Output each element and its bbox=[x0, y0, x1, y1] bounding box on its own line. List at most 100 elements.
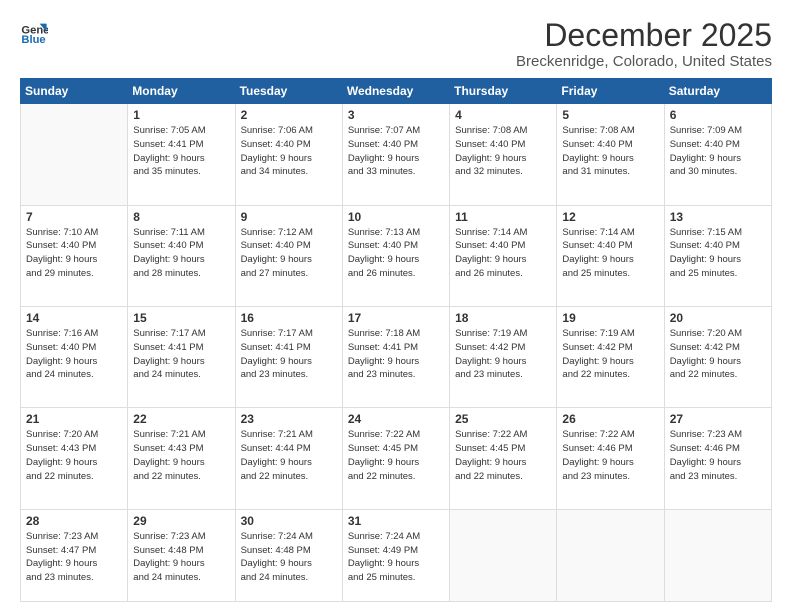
calendar-header-row: Sunday Monday Tuesday Wednesday Thursday… bbox=[21, 79, 772, 104]
day-number: 22 bbox=[133, 412, 229, 426]
day-number: 7 bbox=[26, 210, 122, 224]
table-row: 19 Sunrise: 7:19 AMSunset: 4:42 PMDayligh… bbox=[557, 306, 664, 407]
day-number: 6 bbox=[670, 108, 766, 122]
day-info: Sunrise: 7:07 AMSunset: 4:40 PMDaylight:… bbox=[348, 124, 444, 179]
day-info: Sunrise: 7:23 AMSunset: 4:48 PMDaylight:… bbox=[133, 530, 229, 585]
day-number: 5 bbox=[562, 108, 658, 122]
day-info: Sunrise: 7:23 AMSunset: 4:47 PMDaylight:… bbox=[26, 530, 122, 585]
day-info: Sunrise: 7:19 AMSunset: 4:42 PMDaylight:… bbox=[562, 327, 658, 382]
table-row: 23 Sunrise: 7:21 AMSunset: 4:44 PMDayligh… bbox=[235, 408, 342, 509]
header: General Blue December 2025 Breckenridge,… bbox=[20, 18, 772, 70]
table-row: 22 Sunrise: 7:21 AMSunset: 4:43 PMDayligh… bbox=[128, 408, 235, 509]
day-number: 16 bbox=[241, 311, 337, 325]
day-info: Sunrise: 7:17 AMSunset: 4:41 PMDaylight:… bbox=[241, 327, 337, 382]
day-info: Sunrise: 7:08 AMSunset: 4:40 PMDaylight:… bbox=[455, 124, 551, 179]
table-row: 10Sunrise: 7:13 AMSunset: 4:40 PMDayligh… bbox=[342, 205, 449, 306]
table-row: 7Sunrise: 7:10 AMSunset: 4:40 PMDaylight… bbox=[21, 205, 128, 306]
day-info: Sunrise: 7:14 AMSunset: 4:40 PMDaylight:… bbox=[562, 226, 658, 281]
day-number: 30 bbox=[241, 514, 337, 528]
col-saturday: Saturday bbox=[664, 79, 771, 104]
page: General Blue December 2025 Breckenridge,… bbox=[0, 0, 792, 612]
day-number: 20 bbox=[670, 311, 766, 325]
day-number: 18 bbox=[455, 311, 551, 325]
day-info: Sunrise: 7:24 AMSunset: 4:49 PMDaylight:… bbox=[348, 530, 444, 585]
day-number: 21 bbox=[26, 412, 122, 426]
day-info: Sunrise: 7:22 AMSunset: 4:45 PMDaylight:… bbox=[348, 428, 444, 483]
logo-icon: General Blue bbox=[20, 18, 48, 46]
title-block: December 2025 Breckenridge, Colorado, Un… bbox=[516, 18, 772, 70]
day-number: 26 bbox=[562, 412, 658, 426]
table-row bbox=[450, 509, 557, 601]
calendar-table: Sunday Monday Tuesday Wednesday Thursday… bbox=[20, 78, 772, 602]
calendar-week-row: 28 Sunrise: 7:23 AMSunset: 4:47 PMDayligh… bbox=[21, 509, 772, 601]
day-number: 12 bbox=[562, 210, 658, 224]
day-info: Sunrise: 7:11 AMSunset: 4:40 PMDaylight:… bbox=[133, 226, 229, 281]
location-title: Breckenridge, Colorado, United States bbox=[516, 53, 772, 70]
col-sunday: Sunday bbox=[21, 79, 128, 104]
day-info: Sunrise: 7:21 AMSunset: 4:43 PMDaylight:… bbox=[133, 428, 229, 483]
table-row: 16 Sunrise: 7:17 AMSunset: 4:41 PMDayligh… bbox=[235, 306, 342, 407]
col-friday: Friday bbox=[557, 79, 664, 104]
calendar-week-row: 14Sunrise: 7:16 AMSunset: 4:40 PMDayligh… bbox=[21, 306, 772, 407]
table-row: 3 Sunrise: 7:07 AMSunset: 4:40 PMDaylight… bbox=[342, 104, 449, 205]
day-number: 9 bbox=[241, 210, 337, 224]
table-row: 29Sunrise: 7:23 AMSunset: 4:48 PMDayligh… bbox=[128, 509, 235, 601]
day-number: 3 bbox=[348, 108, 444, 122]
day-info: Sunrise: 7:06 AMSunset: 4:40 PMDaylight:… bbox=[241, 124, 337, 179]
day-number: 23 bbox=[241, 412, 337, 426]
table-row: 31 Sunrise: 7:24 AMSunset: 4:49 PMDayligh… bbox=[342, 509, 449, 601]
day-info: Sunrise: 7:19 AMSunset: 4:42 PMDaylight:… bbox=[455, 327, 551, 382]
day-number: 14 bbox=[26, 311, 122, 325]
table-row: 9 Sunrise: 7:12 AMSunset: 4:40 PMDaylight… bbox=[235, 205, 342, 306]
day-number: 10 bbox=[348, 210, 444, 224]
day-info: Sunrise: 7:05 AMSunset: 4:41 PMDaylight:… bbox=[133, 124, 229, 179]
day-info: Sunrise: 7:24 AMSunset: 4:48 PMDaylight:… bbox=[241, 530, 337, 585]
day-number: 31 bbox=[348, 514, 444, 528]
table-row: 14Sunrise: 7:16 AMSunset: 4:40 PMDayligh… bbox=[21, 306, 128, 407]
table-row: 12 Sunrise: 7:14 AMSunset: 4:40 PMDayligh… bbox=[557, 205, 664, 306]
day-info: Sunrise: 7:14 AMSunset: 4:40 PMDaylight:… bbox=[455, 226, 551, 281]
col-thursday: Thursday bbox=[450, 79, 557, 104]
day-number: 13 bbox=[670, 210, 766, 224]
day-number: 17 bbox=[348, 311, 444, 325]
table-row: 4Sunrise: 7:08 AMSunset: 4:40 PMDaylight… bbox=[450, 104, 557, 205]
day-info: Sunrise: 7:18 AMSunset: 4:41 PMDaylight:… bbox=[348, 327, 444, 382]
day-number: 15 bbox=[133, 311, 229, 325]
table-row: 2 Sunrise: 7:06 AMSunset: 4:40 PMDaylight… bbox=[235, 104, 342, 205]
day-number: 11 bbox=[455, 210, 551, 224]
day-number: 25 bbox=[455, 412, 551, 426]
table-row: 1 Sunrise: 7:05 AMSunset: 4:41 PMDaylight… bbox=[128, 104, 235, 205]
day-info: Sunrise: 7:12 AMSunset: 4:40 PMDaylight:… bbox=[241, 226, 337, 281]
day-number: 8 bbox=[133, 210, 229, 224]
day-info: Sunrise: 7:21 AMSunset: 4:44 PMDaylight:… bbox=[241, 428, 337, 483]
day-info: Sunrise: 7:15 AMSunset: 4:40 PMDaylight:… bbox=[670, 226, 766, 281]
table-row: 30 Sunrise: 7:24 AMSunset: 4:48 PMDayligh… bbox=[235, 509, 342, 601]
day-number: 2 bbox=[241, 108, 337, 122]
day-number: 1 bbox=[133, 108, 229, 122]
day-number: 24 bbox=[348, 412, 444, 426]
table-row: 11 Sunrise: 7:14 AMSunset: 4:40 PMDayligh… bbox=[450, 205, 557, 306]
table-row bbox=[664, 509, 771, 601]
calendar-week-row: 1 Sunrise: 7:05 AMSunset: 4:41 PMDaylight… bbox=[21, 104, 772, 205]
col-tuesday: Tuesday bbox=[235, 79, 342, 104]
table-row: 8 Sunrise: 7:11 AMSunset: 4:40 PMDaylight… bbox=[128, 205, 235, 306]
table-row bbox=[21, 104, 128, 205]
table-row: 5 Sunrise: 7:08 AMSunset: 4:40 PMDaylight… bbox=[557, 104, 664, 205]
col-monday: Monday bbox=[128, 79, 235, 104]
table-row: 24 Sunrise: 7:22 AMSunset: 4:45 PMDayligh… bbox=[342, 408, 449, 509]
day-info: Sunrise: 7:08 AMSunset: 4:40 PMDaylight:… bbox=[562, 124, 658, 179]
table-row: 26Sunrise: 7:22 AMSunset: 4:46 PMDayligh… bbox=[557, 408, 664, 509]
table-row bbox=[557, 509, 664, 601]
table-row: 18 Sunrise: 7:19 AMSunset: 4:42 PMDayligh… bbox=[450, 306, 557, 407]
table-row: 28 Sunrise: 7:23 AMSunset: 4:47 PMDayligh… bbox=[21, 509, 128, 601]
day-info: Sunrise: 7:17 AMSunset: 4:41 PMDaylight:… bbox=[133, 327, 229, 382]
table-row: 27Sunrise: 7:23 AMSunset: 4:46 PMDayligh… bbox=[664, 408, 771, 509]
day-number: 28 bbox=[26, 514, 122, 528]
day-info: Sunrise: 7:09 AMSunset: 4:40 PMDaylight:… bbox=[670, 124, 766, 179]
day-number: 19 bbox=[562, 311, 658, 325]
logo: General Blue bbox=[20, 18, 48, 46]
day-info: Sunrise: 7:20 AMSunset: 4:42 PMDaylight:… bbox=[670, 327, 766, 382]
table-row: 25Sunrise: 7:22 AMSunset: 4:45 PMDayligh… bbox=[450, 408, 557, 509]
day-info: Sunrise: 7:20 AMSunset: 4:43 PMDaylight:… bbox=[26, 428, 122, 483]
svg-text:Blue: Blue bbox=[21, 34, 45, 46]
